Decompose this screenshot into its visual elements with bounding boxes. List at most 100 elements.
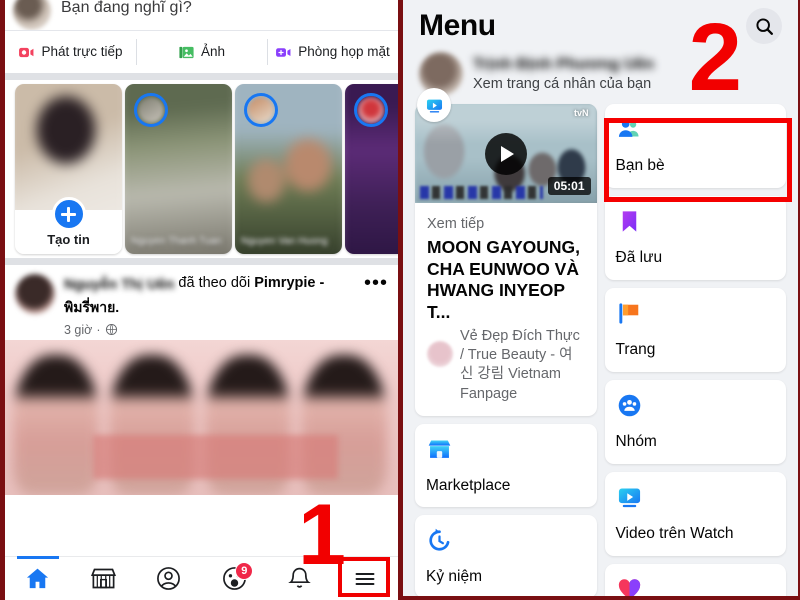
channel-avatar <box>427 340 453 367</box>
post-image-caption-band <box>93 434 338 479</box>
video-subtitle-overlay <box>420 186 543 199</box>
nav-home[interactable] <box>5 556 71 600</box>
account-circle-icon <box>157 567 181 590</box>
video-details: Xem tiếp MOON GAYOUNG, CHA EUNWOO VÀ HWA… <box>415 203 597 416</box>
groups-circle-icon <box>618 394 640 417</box>
live-video-icon <box>19 47 34 57</box>
video-duration: 05:01 <box>547 177 591 195</box>
bookmark-icon <box>622 211 636 232</box>
separator-dot: · <box>96 322 101 337</box>
post-timestamp: 3 giờ <box>64 322 93 337</box>
post-meta: Nguyễn Thị Uên đã theo dõi Pimrypie - พิ… <box>64 274 364 337</box>
facebook-feed-screen: Bạn đang nghĩ gì? Phát trực tiếp Ảnh Phò… <box>5 0 398 600</box>
active-indicator <box>16 556 59 559</box>
composer-placeholder: Bạn đang nghĩ gì? <box>61 0 192 16</box>
more-options-icon[interactable]: ••• <box>364 273 388 337</box>
story-card[interactable]: Nguyen Thanh Tuan <box>125 84 232 254</box>
create-story-card[interactable]: Tạo tin <box>15 84 122 254</box>
post-byline: Nguyễn Thị Uên đã theo dõi Pimrypie - <box>64 274 364 296</box>
memories-clock-icon <box>429 528 450 551</box>
home-icon <box>27 568 49 589</box>
story-author-avatar <box>244 93 278 127</box>
annotation-step-2: 2 <box>688 4 742 111</box>
feed-post: Nguyễn Thị Uên đã theo dõi Pimrypie - พิ… <box>5 265 398 495</box>
story-author-name: Nguyen Van Huong <box>241 235 328 247</box>
menu-item-groups[interactable]: Nhóm <box>604 380 786 464</box>
profile-subtitle: Xem trang cá nhân của bạn <box>473 76 652 92</box>
play-button[interactable] <box>484 132 527 175</box>
menu-item-marketplace[interactable]: Marketplace <box>415 423 597 507</box>
menu-column-right: Bạn bè Đã lưu Trang Nhóm Video trên Watc… <box>604 104 786 600</box>
nav-profile[interactable] <box>136 557 202 600</box>
menu-item-label: Kỷ niệm <box>426 567 482 585</box>
photo-button[interactable]: Ảnh <box>136 31 267 73</box>
post-image[interactable] <box>5 339 398 495</box>
post-target-name[interactable]: Pimrypie - <box>254 275 324 291</box>
menu-item-watch[interactable]: Video trên Watch <box>604 472 786 556</box>
globe-icon <box>105 324 117 336</box>
pages-flag-icon <box>618 303 638 324</box>
menu-item-dating[interactable] <box>604 564 786 600</box>
continue-watching-card[interactable]: tvN 05:01 Xem tiếp MOON GAYOUNG, CHA EUN… <box>415 88 597 416</box>
status-composer[interactable]: Bạn đang nghĩ gì? <box>5 0 398 30</box>
post-action-text: đã theo dõi <box>178 275 251 291</box>
video-room-icon <box>276 47 291 57</box>
plus-icon <box>51 197 86 231</box>
menu-item-label: Video trên Watch <box>615 525 734 542</box>
video-channel-name: Vẻ Đẹp Đích Thực / True Beauty - 여신 강림 V… <box>460 327 580 402</box>
menu-item-friends[interactable]: Bạn bè <box>604 104 786 188</box>
photo-icon <box>179 46 194 58</box>
play-icon <box>501 145 515 162</box>
screenshot-root: Bạn đang nghĩ gì? Phát trực tiếp Ảnh Phò… <box>0 0 800 600</box>
menu-item-label: Marketplace <box>426 476 511 494</box>
story-card[interactable]: Nguyen Van Huong <box>235 84 342 254</box>
photo-label: Ảnh <box>200 44 226 60</box>
nav-marketplace[interactable] <box>71 557 137 600</box>
section-separator <box>5 73 398 80</box>
story-author-name: Nguyen Thanh Tuan <box>131 235 222 247</box>
room-label: Phòng họp mặt <box>298 44 390 60</box>
frame-edge <box>403 596 798 600</box>
story-author-avatar <box>354 93 388 127</box>
tvn-watermark: tvN <box>573 108 589 118</box>
avatar[interactable] <box>15 274 55 314</box>
avatar <box>13 0 51 30</box>
nav-groups[interactable]: 9 <box>202 557 268 600</box>
video-title: MOON GAYOUNG, CHA EUNWOO VÀ HWANG INYEOP… <box>427 237 580 323</box>
profile-name: Trịnh Định Phương Uên <box>473 56 655 73</box>
menu-item-label: Nhóm <box>615 433 657 450</box>
menu-item-memories[interactable]: Kỷ niệm <box>415 514 597 598</box>
menu-column-left: tvN 05:01 Xem tiếp MOON GAYOUNG, CHA EUN… <box>415 88 597 600</box>
video-overline: Xem tiếp <box>427 216 485 232</box>
story-author-avatar <box>134 93 168 127</box>
create-story-label: Tạo tin <box>47 232 90 247</box>
friends-icon <box>618 120 638 137</box>
search-icon <box>755 17 773 35</box>
menu-grid: tvN 05:01 Xem tiếp MOON GAYOUNG, CHA EUN… <box>403 88 798 600</box>
live-video-label: Phát trực tiếp <box>41 44 123 60</box>
profile-text-block: Trịnh Định Phương Uên Xem trang cá nhân … <box>473 56 654 92</box>
post-target-name-line2: พิมรี่พาย. <box>64 298 120 315</box>
video-channel-row[interactable]: Vẻ Đẹp Đích Thực / True Beauty - 여신 강림 V… <box>427 327 585 404</box>
section-separator <box>5 258 398 265</box>
post-header: Nguyễn Thị Uên đã theo dõi Pimrypie - พิ… <box>5 265 398 340</box>
facebook-menu-screen: Menu Trịnh Định Phương Uên Xem trang cá … <box>403 0 798 600</box>
menu-item-pages[interactable]: Trang <box>604 288 786 372</box>
search-button[interactable] <box>746 8 782 44</box>
post-author-name[interactable]: Nguyễn Thị Uên <box>64 276 174 296</box>
post-timestamp-row: 3 giờ · <box>64 323 364 337</box>
page-title: Menu <box>419 9 496 42</box>
composer-action-bar: Phát trực tiếp Ảnh Phòng họp mặt <box>5 31 398 73</box>
menu-item-label: Bạn bè <box>615 157 665 174</box>
room-button[interactable]: Phòng họp mặt <box>267 31 398 73</box>
annotation-highlight-menu-button <box>338 557 390 597</box>
story-card[interactable]: Hùng Nguyễn <box>345 84 398 254</box>
stories-strip: Tạo tin Nguyen Thanh Tuan Nguyen Van Huo… <box>5 80 398 258</box>
menu-item-label: Đã lưu <box>615 249 663 266</box>
menu-item-label: Trang <box>615 341 656 358</box>
menu-item-saved[interactable]: Đã lưu <box>604 196 786 280</box>
groups-badge-count: 9 <box>235 562 254 580</box>
marketplace-store-icon <box>428 440 451 458</box>
store-icon <box>90 568 116 589</box>
live-video-button[interactable]: Phát trực tiếp <box>5 31 136 73</box>
